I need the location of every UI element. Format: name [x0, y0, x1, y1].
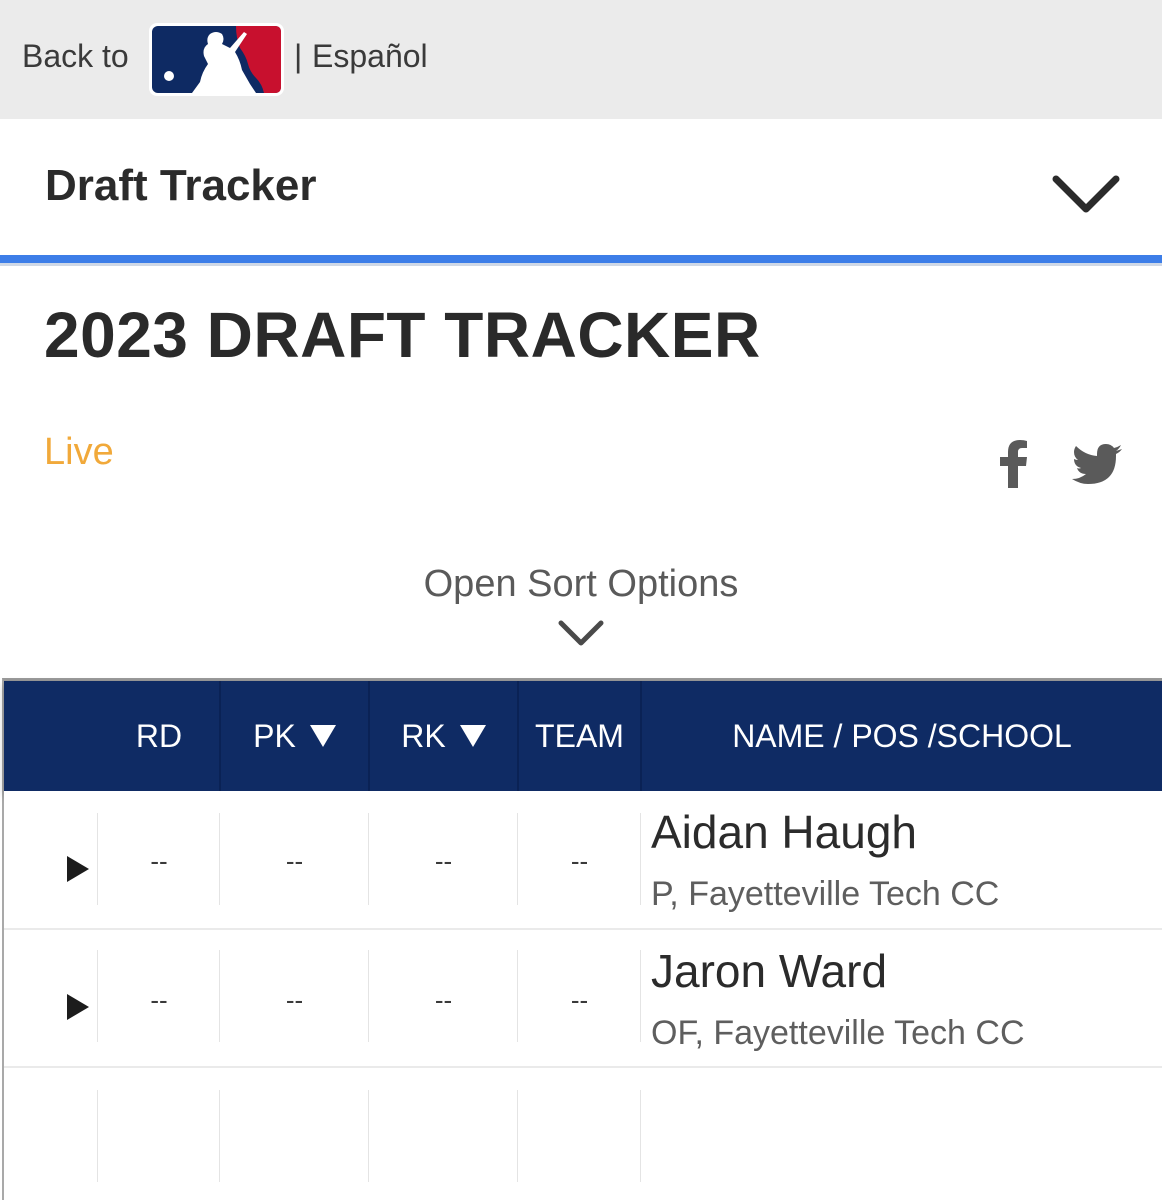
- column-header-rd-label: RD: [135, 717, 183, 754]
- column-header-rk-label: RK: [401, 717, 446, 754]
- column-divider: [368, 1090, 369, 1182]
- table-row[interactable]: -- -- -- -- Jaron Ward OF, Fayetteville …: [4, 930, 1162, 1068]
- column-header-rd[interactable]: RD: [99, 681, 219, 791]
- table-row[interactable]: -- -- -- -- Aidan Haugh P, Fayetteville …: [4, 791, 1162, 930]
- page-title: 2023 DRAFT TRACKER: [44, 299, 761, 371]
- player-name[interactable]: Jaron Ward: [651, 944, 887, 998]
- separator: |: [294, 38, 303, 74]
- column-divider: [640, 813, 641, 905]
- player-pos-school: OF, Fayetteville Tech CC: [651, 1014, 1025, 1052]
- column-divider: [640, 950, 641, 1042]
- table-row-empty: [4, 1068, 1162, 1200]
- mlb-logo-icon[interactable]: [149, 23, 284, 96]
- column-header-team[interactable]: TEAM: [519, 681, 640, 791]
- cell-pk: --: [285, 846, 304, 876]
- column-divider: [368, 813, 369, 905]
- cell-rk: --: [434, 985, 453, 1015]
- cell-rd: --: [150, 846, 168, 876]
- column-header-team-label: TEAM: [535, 717, 624, 754]
- cell-rk: --: [434, 846, 453, 876]
- table-header: RD PK RK TEAM NAME / POS /SCHOOL: [4, 681, 1162, 791]
- expand-row-icon[interactable]: [67, 856, 89, 882]
- column-divider: [97, 1090, 98, 1182]
- column-divider: [219, 1090, 220, 1182]
- cell-team: --: [570, 846, 589, 876]
- cell-rd: --: [150, 985, 168, 1015]
- sort-down-icon: [459, 725, 486, 747]
- section-divider: [0, 255, 1162, 266]
- column-header-pk-label: PK: [253, 717, 296, 754]
- player-name[interactable]: Aidan Haugh: [651, 805, 917, 859]
- draft-table: RD PK RK TEAM NAME / POS /SCHOOL -- -- -…: [2, 678, 1162, 1200]
- column-header-pk[interactable]: PK: [221, 681, 368, 791]
- back-to-link[interactable]: Back to: [22, 38, 129, 75]
- chevron-down-icon[interactable]: [1050, 171, 1122, 217]
- sort-options-toggle[interactable]: Open Sort Options: [0, 563, 1162, 653]
- column-divider: [517, 1090, 518, 1182]
- top-bar: Back to | Español: [0, 0, 1162, 119]
- column-divider: [219, 950, 220, 1042]
- column-divider: [517, 813, 518, 905]
- sort-options-label: Open Sort Options: [423, 563, 739, 605]
- column-divider: [97, 813, 98, 905]
- cell-pk: --: [285, 985, 304, 1015]
- player-pos-school: P, Fayetteville Tech CC: [651, 875, 1000, 913]
- column-header-rk[interactable]: RK: [370, 681, 517, 791]
- facebook-icon[interactable]: [996, 440, 1030, 488]
- section-header[interactable]: Draft Tracker: [0, 119, 1162, 257]
- column-header-name-label: NAME / POS /SCHOOL: [732, 717, 1072, 754]
- column-divider: [368, 950, 369, 1042]
- column-divider: [517, 950, 518, 1042]
- column-header-name[interactable]: NAME / POS /SCHOOL: [642, 681, 1162, 791]
- chevron-down-icon[interactable]: [557, 618, 605, 648]
- expand-row-icon[interactable]: [67, 994, 89, 1020]
- twitter-icon[interactable]: [1072, 444, 1122, 484]
- column-divider: [640, 1090, 641, 1182]
- column-divider: [97, 950, 98, 1042]
- column-divider: [219, 813, 220, 905]
- live-status-badge: Live: [44, 431, 114, 473]
- section-title: Draft Tracker: [45, 161, 317, 210]
- cell-team: --: [570, 985, 589, 1015]
- sort-down-icon: [309, 725, 336, 747]
- language-link[interactable]: Español: [312, 38, 428, 75]
